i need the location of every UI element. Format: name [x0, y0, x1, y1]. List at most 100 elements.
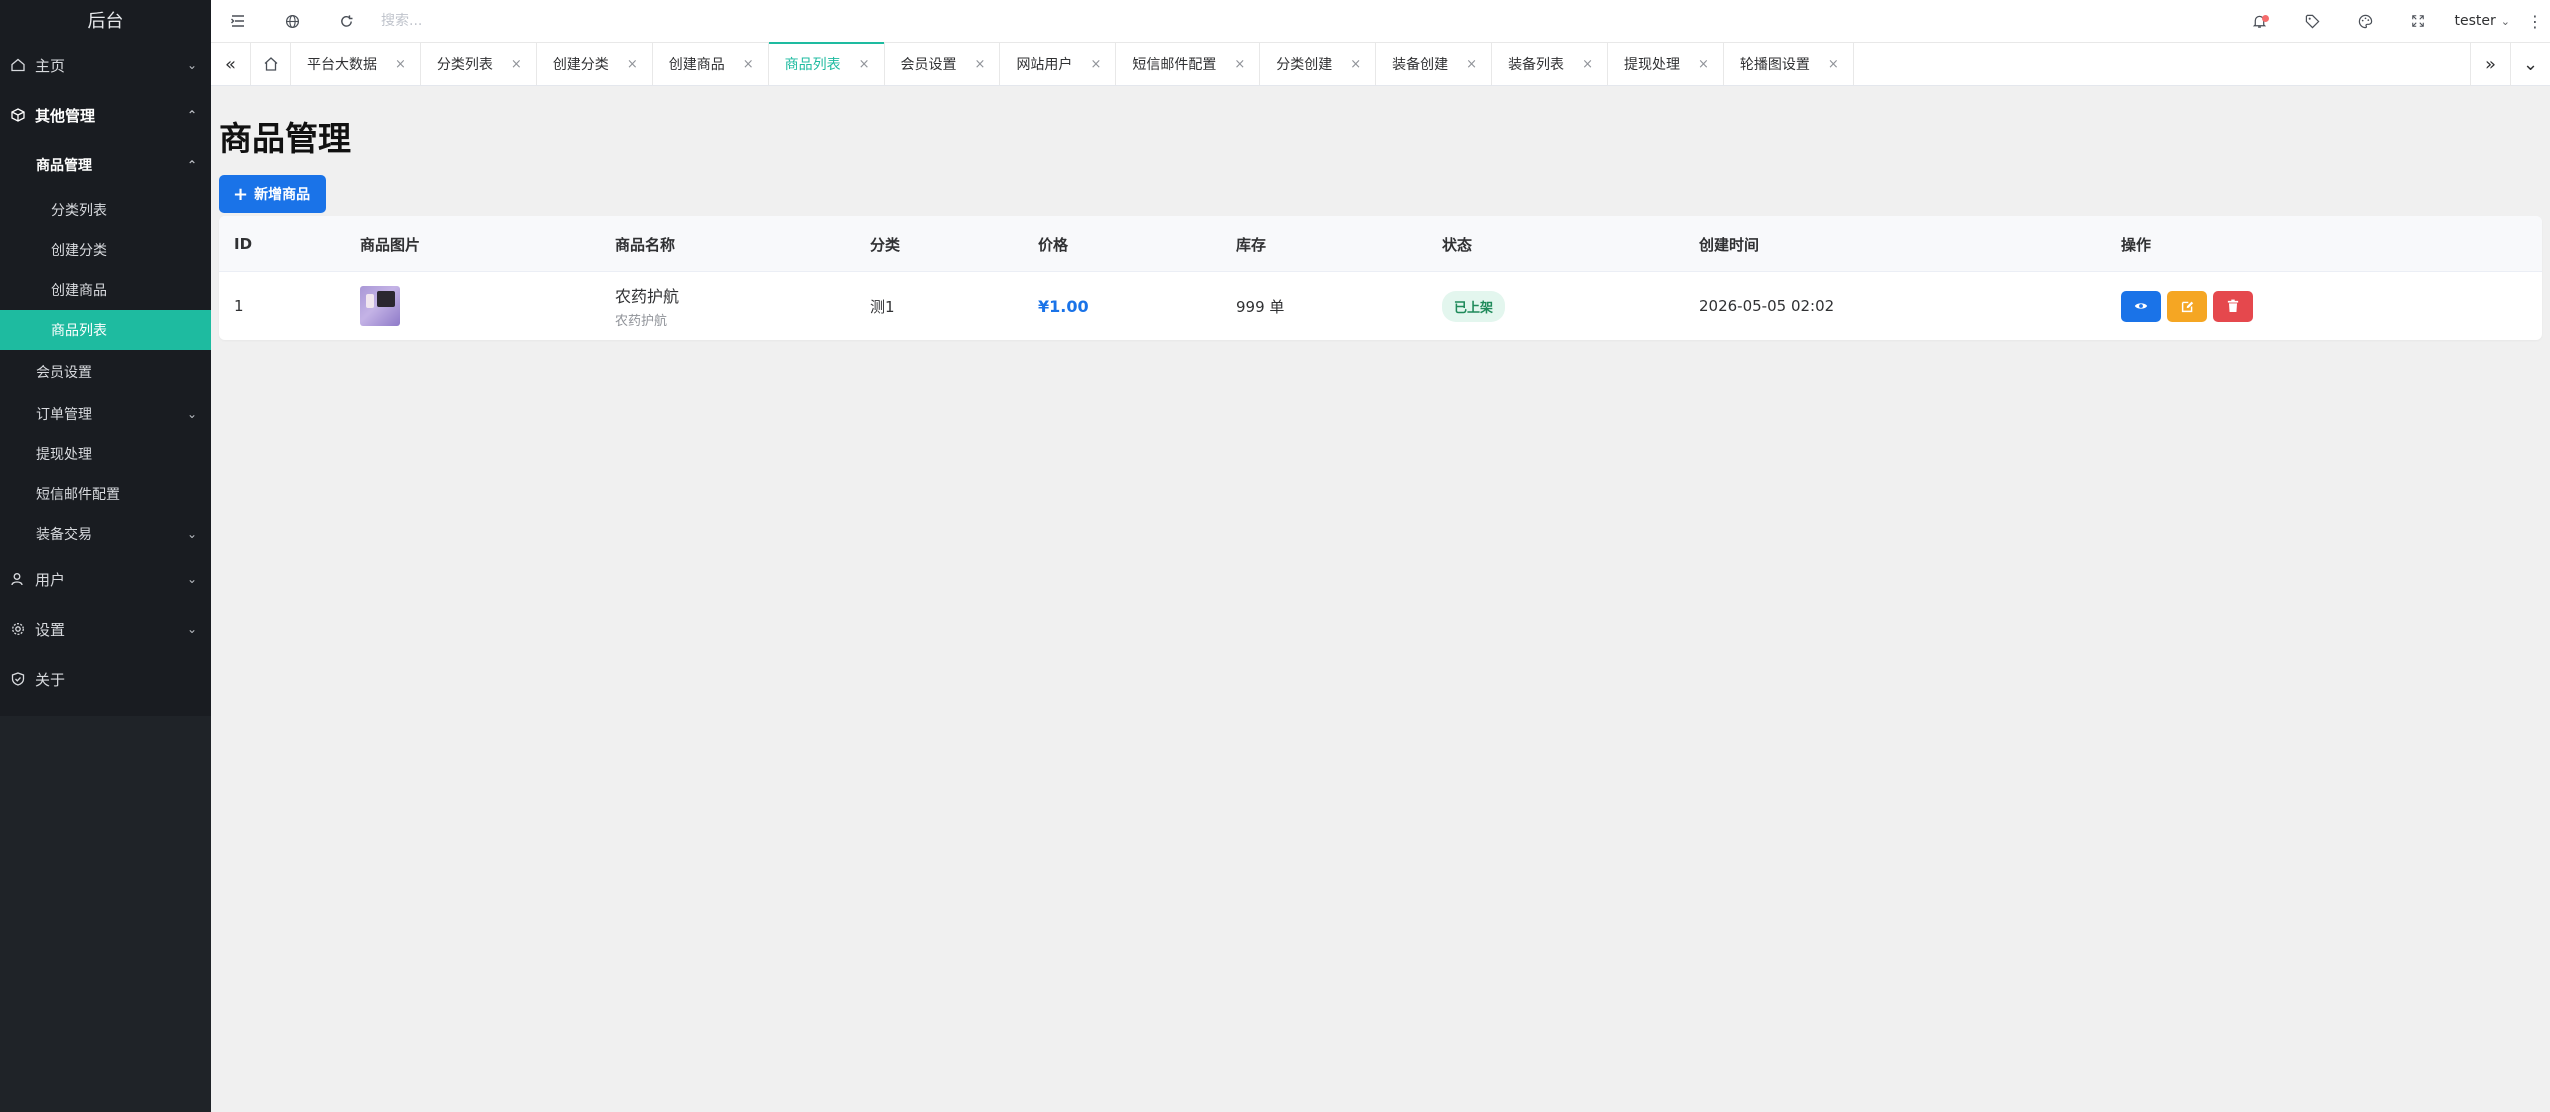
- tab-item[interactable]: 分类列表 ×: [421, 43, 537, 85]
- menu-toggle-icon[interactable]: [211, 0, 265, 42]
- tab-label: 商品列表: [784, 57, 841, 73]
- sidebar-item-label: 用户: [35, 570, 66, 589]
- more-vertical-icon[interactable]: ⋮: [2520, 0, 2550, 42]
- tab-label: 分类创建: [1276, 57, 1333, 73]
- fullscreen-icon[interactable]: [2392, 0, 2445, 42]
- tab-label: 网站用户: [1016, 57, 1073, 73]
- app-logo: 后台: [87, 11, 124, 32]
- close-tab-icon[interactable]: ×: [1828, 57, 1839, 72]
- tab-menu-chevron-down-icon[interactable]: ⌄: [2510, 43, 2550, 86]
- tab-item[interactable]: 平台大数据 ×: [291, 43, 421, 85]
- add-product-button[interactable]: + 新增商品: [219, 175, 327, 213]
- column-header-name: 商品名称: [615, 235, 676, 254]
- tab-label: 提现处理: [1623, 57, 1680, 73]
- cell-category: 测1: [870, 297, 895, 316]
- close-tab-icon[interactable]: ×: [1582, 57, 1593, 72]
- trash-icon: [2227, 299, 2239, 312]
- tab-label: 会员设置: [900, 57, 957, 73]
- chevron-down-icon: ⌄: [186, 407, 197, 421]
- edit-button[interactable]: [2167, 290, 2207, 322]
- sidebar-item-label: 主页: [35, 56, 66, 75]
- tab-label: 创建分类: [552, 57, 609, 73]
- notification-dot: [2261, 15, 2269, 22]
- cell-actions: [2121, 272, 2259, 340]
- sidebar-item-settings[interactable]: 设置 ⌄: [0, 604, 211, 654]
- cell-image: [360, 272, 400, 340]
- product-table: ID 商品图片 商品名称 分类 价格 库存 状态 创建时间 操作 1 农药护航 …: [219, 216, 2542, 340]
- column-header-price: 价格: [1038, 235, 1069, 254]
- tab-label: 装备列表: [1508, 57, 1565, 73]
- sidebar-item-create-product[interactable]: 创建商品: [0, 270, 211, 310]
- tab-item[interactable]: 网站用户 ×: [1000, 43, 1117, 85]
- sidebar-item-product-list[interactable]: 商品列表: [0, 310, 211, 350]
- chevron-up-icon: ⌃: [186, 158, 197, 172]
- refresh-icon[interactable]: [319, 0, 373, 42]
- close-tab-icon[interactable]: ×: [1234, 57, 1245, 72]
- product-thumbnail[interactable]: [360, 286, 400, 326]
- chevron-down-icon: ⌄: [186, 527, 197, 541]
- username: tester: [2454, 13, 2496, 29]
- user-menu[interactable]: tester ⌄: [2445, 0, 2520, 42]
- tab-item[interactable]: 创建商品 ×: [653, 43, 769, 85]
- sidebar: 后台 主页 ⌄ 其他管理 ⌃ 商品管理 ⌃ 分类列表 创建分类 创建商品 商品列…: [0, 0, 211, 1112]
- chevron-down-icon: ⌄: [186, 58, 197, 72]
- tab-item[interactable]: 短信邮件配置 ×: [1116, 43, 1261, 85]
- search-input[interactable]: [381, 6, 681, 36]
- delete-button[interactable]: [2213, 290, 2253, 322]
- sidebar-item-other-management[interactable]: 其他管理 ⌃: [0, 90, 211, 140]
- sidebar-item-create-category[interactable]: 创建分类: [0, 230, 211, 270]
- tab-item[interactable]: 装备创建 ×: [1376, 43, 1493, 85]
- top-bar-actions: tester ⌄ ⋮: [2233, 0, 2550, 42]
- sidebar-item-withdraw[interactable]: 提现处理: [0, 434, 211, 474]
- tab-item[interactable]: 会员设置 ×: [885, 43, 1001, 85]
- tab-item[interactable]: 商品列表 ×: [768, 42, 885, 85]
- sidebar-item-order-management[interactable]: 订单管理 ⌄: [0, 394, 211, 434]
- tab-label: 轮播图设置: [1739, 57, 1810, 73]
- close-tab-icon[interactable]: ×: [743, 57, 754, 72]
- tag-icon[interactable]: [2286, 0, 2339, 42]
- tab-label: 分类列表: [436, 57, 493, 73]
- sidebar-item-label: 关于: [35, 670, 66, 689]
- tab-item[interactable]: 轮播图设置 ×: [1724, 43, 1854, 85]
- tab-scroll-right-icon[interactable]: »: [2470, 43, 2510, 86]
- sidebar-item-label: 提现处理: [36, 447, 92, 463]
- sidebar-item-users[interactable]: 用户 ⌄: [0, 554, 211, 604]
- eye-icon: [2134, 303, 2148, 309]
- tab-bar-controls: » ⌄: [2470, 43, 2550, 86]
- view-button[interactable]: [2121, 290, 2161, 322]
- globe-icon[interactable]: [265, 0, 319, 42]
- close-tab-icon[interactable]: ×: [859, 57, 870, 72]
- close-tab-icon[interactable]: ×: [1350, 57, 1361, 72]
- close-tab-icon[interactable]: ×: [1090, 57, 1101, 72]
- edit-icon: [2181, 301, 2193, 312]
- tab-label: 短信邮件配置: [1132, 57, 1217, 73]
- close-tab-icon[interactable]: ×: [975, 57, 986, 72]
- page-title: 商品管理: [219, 119, 351, 158]
- tab-item[interactable]: 装备列表 ×: [1492, 43, 1608, 85]
- sidebar-item-product-management[interactable]: 商品管理 ⌃: [0, 140, 211, 190]
- tab-item[interactable]: 提现处理 ×: [1608, 43, 1724, 85]
- bell-icon[interactable]: [2233, 0, 2286, 42]
- sidebar-item-category-list[interactable]: 分类列表: [0, 190, 211, 230]
- tab-label: 平台大数据: [307, 57, 377, 73]
- sidebar-item-equipment-trade[interactable]: 装备交易 ⌄: [0, 514, 211, 554]
- tab-item[interactable]: 创建分类 ×: [537, 43, 653, 85]
- palette-icon[interactable]: [2339, 0, 2392, 42]
- gear-icon: [10, 621, 26, 637]
- product-subname: 农药护航: [615, 314, 668, 329]
- tab-scroll-left-icon[interactable]: «: [211, 43, 251, 85]
- sidebar-item-label: 会员设置: [36, 365, 92, 381]
- box-icon: [10, 107, 26, 123]
- close-tab-icon[interactable]: ×: [1466, 57, 1477, 72]
- sidebar-item-sms-mail-config[interactable]: 短信邮件配置: [0, 474, 211, 514]
- sidebar-item-label: 其他管理: [35, 106, 96, 125]
- sidebar-item-member-settings[interactable]: 会员设置: [0, 350, 211, 394]
- sidebar-item-home[interactable]: 主页 ⌄: [0, 40, 211, 90]
- sidebar-item-about[interactable]: 关于: [0, 654, 211, 704]
- close-tab-icon[interactable]: ×: [395, 57, 406, 72]
- close-tab-icon[interactable]: ×: [1698, 57, 1709, 72]
- tab-item[interactable]: 分类创建 ×: [1260, 43, 1377, 85]
- close-tab-icon[interactable]: ×: [511, 57, 522, 72]
- close-tab-icon[interactable]: ×: [627, 57, 638, 72]
- home-tab-icon[interactable]: [251, 43, 291, 85]
